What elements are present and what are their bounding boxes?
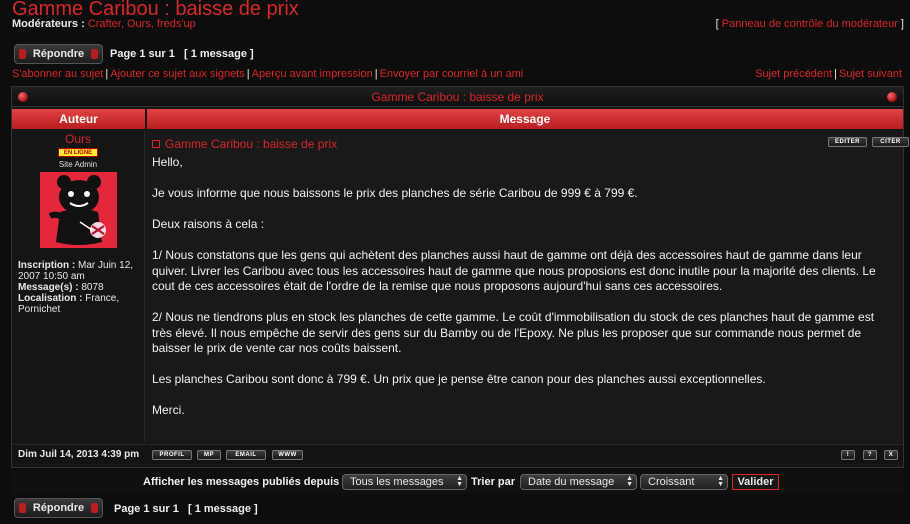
select-arrows-icon: ▲ ▼ xyxy=(717,475,724,488)
moderator-link-crafter[interactable]: Crafter xyxy=(88,18,121,30)
inscription-label: Inscription : xyxy=(18,260,76,271)
info-button[interactable]: ? xyxy=(863,450,877,460)
caption-title: Gamme Caribou : baisse de prix xyxy=(371,89,544,104)
message-count: [ 1 message ] xyxy=(184,48,254,60)
order-select[interactable]: Croissant ▲ ▼ xyxy=(640,474,728,490)
select-arrows-icon: ▲ ▼ xyxy=(456,475,463,488)
order-value: Croissant xyxy=(648,476,695,488)
poster-profile: Inscription : Mar Juin 12, 2007 10:50 am… xyxy=(18,260,144,315)
next-topic-link[interactable]: Sujet suivant xyxy=(839,68,902,80)
topic-nav: Sujet précédent | Sujet suivant xyxy=(755,68,902,80)
post-subject-text: Gamme Caribou : baisse de prix xyxy=(165,137,338,151)
profile-button[interactable]: PROFIL xyxy=(152,450,192,460)
edit-button[interactable]: EDITER xyxy=(828,137,867,147)
report-button[interactable]: ! xyxy=(841,450,855,460)
reply-button-label: Répondre xyxy=(32,502,85,514)
post-paragraph: 2/ Nous ne tiendrons plus en stock les p… xyxy=(152,310,875,355)
prev-topic-link[interactable]: Sujet précédent xyxy=(755,68,832,80)
subscribe-link[interactable]: S'abonner au sujet xyxy=(12,68,103,80)
online-badge: EN LIGNE xyxy=(58,148,98,157)
caption-right-dot-icon xyxy=(887,92,897,102)
table-header: Auteur Message xyxy=(12,109,903,129)
page-text: Page 1 sur 1 xyxy=(114,503,179,515)
reply-button-top[interactable]: Répondre xyxy=(14,44,103,64)
sort-by-value: Date du message xyxy=(528,476,615,488)
message-count: [ 1 message ] xyxy=(188,503,258,515)
page-text: Page 1 sur 1 xyxy=(110,48,175,60)
col-message-header: Message xyxy=(147,109,903,129)
post-date: Dim Juil 14, 2013 4:39 pm xyxy=(18,449,140,460)
bookmark-link[interactable]: Ajouter ce sujet aux signets xyxy=(110,68,245,80)
post-paragraph: Les planches Caribou sont donc à 799 €. … xyxy=(152,372,766,386)
show-since-value: Tous les messages xyxy=(350,476,444,488)
poster-rank: Site Admin xyxy=(58,160,98,169)
col-author-header: Auteur xyxy=(12,109,145,129)
sort-by-label: Trier par xyxy=(471,476,516,488)
post-paragraph: 1/ Nous constatons que les gens qui achè… xyxy=(152,248,876,293)
print-link[interactable]: Aperçu avant impression xyxy=(252,68,373,80)
pm-button[interactable]: MP xyxy=(197,450,221,460)
moderators-line: Modérateurs : Crafter, Ours, freds'up xyxy=(12,18,196,30)
caption-left-dot-icon xyxy=(18,92,28,102)
post-paragraph: Je vous informe que nous baissons le pri… xyxy=(152,186,638,200)
message-column: Gamme Caribou : baisse de prix EDITER CI… xyxy=(146,131,909,442)
post-icon xyxy=(152,139,160,148)
post-paragraph: Merci. xyxy=(152,403,185,417)
reply-button-label: Répondre xyxy=(32,48,85,60)
email-button[interactable]: EMAIL xyxy=(226,450,266,460)
messages-value: 8078 xyxy=(81,282,104,293)
show-since-select[interactable]: Tous les messages ▲ ▼ xyxy=(342,474,467,490)
post-footer: Dim Juil 14, 2013 4:39 pm PROFIL MP EMAI… xyxy=(12,444,903,464)
quote-button[interactable]: CITER xyxy=(872,137,909,147)
pagination-bottom: Page 1 sur 1 [ 1 message ] xyxy=(114,503,258,515)
select-arrows-icon: ▲ ▼ xyxy=(626,475,633,488)
post-subject[interactable]: Gamme Caribou : baisse de prix xyxy=(152,137,337,151)
post-body: Hello, Je vous informe que nous baissons… xyxy=(152,155,897,434)
author-column: Ours EN LIGNE Site Admin Inscription : M… xyxy=(12,131,145,442)
avatar xyxy=(39,172,117,248)
moderator-link-ours[interactable]: Ours xyxy=(127,18,151,30)
email-friend-link[interactable]: Envoyer par courriel à un ami xyxy=(380,68,524,80)
show-since-label: Afficher les messages publiés depuis : xyxy=(143,476,346,488)
sort-bar: Afficher les messages publiés depuis : T… xyxy=(11,470,904,494)
moderator-link-fredsup[interactable]: freds'up xyxy=(157,18,196,30)
pagination-top: Page 1 sur 1 [ 1 message ] xyxy=(110,48,254,60)
bear-avatar-icon xyxy=(39,172,117,248)
location-label: Localisation : xyxy=(18,293,83,304)
poster-name[interactable]: Ours xyxy=(12,132,144,146)
mod-panel-link[interactable]: Panneau de contrôle du modérateur xyxy=(722,18,898,30)
post-paragraph: Hello, xyxy=(152,155,183,169)
post-table: Gamme Caribou : baisse de prix Auteur Me… xyxy=(11,86,909,468)
reply-button-bottom[interactable]: Répondre xyxy=(14,498,103,518)
delete-button[interactable]: X xyxy=(884,450,898,460)
moderators-label: Modérateurs : xyxy=(12,18,85,30)
table-caption: Gamme Caribou : baisse de prix xyxy=(12,87,903,107)
sort-by-select[interactable]: Date du message ▲ ▼ xyxy=(520,474,637,490)
post-paragraph: Deux raisons à cela : xyxy=(152,217,265,231)
topic-actions: S'abonner au sujet | Ajouter ce sujet aux … xyxy=(12,68,524,80)
mod-panel-wrapper: [ Panneau de contrôle du modérateur ] xyxy=(715,18,904,30)
messages-label: Message(s) : xyxy=(18,282,79,293)
www-button[interactable]: WWW xyxy=(272,450,303,460)
submit-button[interactable]: Valider xyxy=(732,474,779,490)
